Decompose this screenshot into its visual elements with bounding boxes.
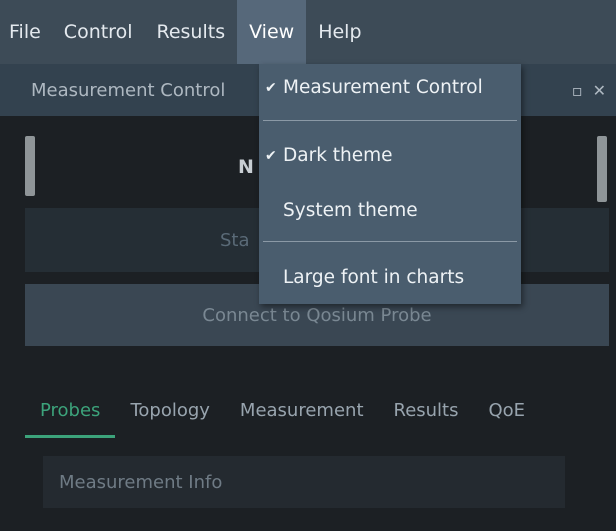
menu-help[interactable]: Help <box>306 0 373 64</box>
check-icon: ✔ <box>265 148 277 164</box>
left-scroll-handle[interactable] <box>25 136 35 196</box>
status-text: N <box>238 156 254 178</box>
menu-view[interactable]: View <box>237 0 307 64</box>
restore-window-icon[interactable]: ▫ <box>572 81 583 100</box>
tab-measurement[interactable]: Measurement <box>225 394 379 438</box>
tab-topology[interactable]: Topology <box>115 394 224 438</box>
panel-icons: ▫ ✕ <box>572 64 606 116</box>
menu-item-label: Dark theme <box>283 145 393 166</box>
menu-item-dark-theme[interactable]: ✔ Dark theme <box>259 139 521 173</box>
menu-item-label: Large font in charts <box>283 267 465 288</box>
tab-bar: Probes Topology Measurement Results QoE <box>25 394 540 438</box>
check-icon: ✔ <box>265 80 277 96</box>
close-icon[interactable]: ✕ <box>593 81 606 100</box>
menu-item-system-theme[interactable]: System theme <box>259 194 521 228</box>
menu-separator <box>263 241 517 242</box>
tab-probes[interactable]: Probes <box>25 394 116 438</box>
menu-item-label: System theme <box>283 200 418 221</box>
panel-title: Measurement Control <box>31 79 226 101</box>
menu-item-large-font[interactable]: Large font in charts <box>259 261 521 295</box>
connect-probe-label: Connect to Qosium Probe <box>202 304 432 326</box>
menu-item-label: Measurement Control <box>283 77 483 98</box>
tab-results[interactable]: Results <box>379 394 474 438</box>
measurement-info-box[interactable]: Measurement Info <box>43 456 565 508</box>
menu-results[interactable]: Results <box>144 0 237 64</box>
menu-control[interactable]: Control <box>52 0 145 64</box>
view-menu-dropdown: ✔ Measurement Control ✔ Dark theme Syste… <box>259 64 521 304</box>
start-button-label: Sta <box>220 229 250 251</box>
menu-item-measurement-control[interactable]: ✔ Measurement Control <box>259 71 521 105</box>
menu-separator <box>263 120 517 121</box>
measurement-info-label: Measurement Info <box>59 471 223 493</box>
menubar: File Control Results View Help <box>0 0 616 64</box>
tab-qoe[interactable]: QoE <box>474 394 541 438</box>
menu-file[interactable]: File <box>0 0 52 64</box>
right-scroll-handle[interactable] <box>597 136 607 202</box>
